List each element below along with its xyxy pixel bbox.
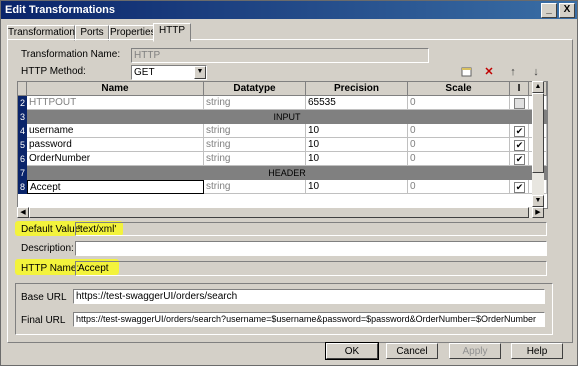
column-header-scale[interactable]: Scale [408,82,510,96]
section-row: 3 INPUT [18,110,547,124]
datatype-cell[interactable]: string [204,152,306,166]
scroll-right-icon[interactable]: ▶ [532,207,544,218]
input-checkbox[interactable]: ✔ [514,140,525,151]
column-header-precision[interactable]: Precision [306,82,408,96]
grid-vertical-scrollbar[interactable]: ▲ ▼ [532,81,544,207]
row-number: 5 [18,138,27,152]
datatype-cell[interactable]: string [204,124,306,138]
scale-cell[interactable]: 0 [408,180,510,194]
input-cell [510,96,529,110]
scroll-down-icon[interactable]: ▼ [532,195,544,207]
row-number: 8 [18,180,27,194]
chevron-down-icon[interactable]: ▼ [194,66,206,79]
port-name-cell[interactable]: password [27,138,204,152]
input-cell: ✔ [510,138,529,152]
row-number-header [18,82,27,96]
port-name-cell[interactable]: HTTPOUT [27,96,204,110]
scale-cell[interactable]: 0 [408,138,510,152]
http-method-value: GET [134,67,155,78]
input-cell: ✔ [510,152,529,166]
precision-cell[interactable]: 10 [306,124,408,138]
window-title: Edit Transformations [5,4,116,16]
http-name-field[interactable]: Accept [75,261,547,276]
move-up-icon[interactable]: ↑ [507,66,519,78]
http-method-label: HTTP Method: [21,66,86,77]
transformation-name-label: Transformation Name: [21,49,121,60]
move-down-icon[interactable]: ↓ [530,66,542,78]
table-row[interactable]: 8 Accept string 10 0 ✔ [18,180,547,194]
table-row[interactable]: 4 username string 10 0 ✔ [18,124,547,138]
precision-cell[interactable]: 10 [306,152,408,166]
precision-cell[interactable]: 10 [306,180,408,194]
scale-cell[interactable]: 0 [408,124,510,138]
table-row[interactable]: 5 password string 10 0 ✔ [18,138,547,152]
close-button[interactable]: X [559,3,575,18]
row-number: 7 [18,166,27,180]
scroll-up-icon[interactable]: ▲ [532,81,544,93]
datatype-cell[interactable]: string [204,180,306,194]
row-number: 4 [18,124,27,138]
input-cell: ✔ [510,124,529,138]
input-checkbox[interactable]: ✔ [514,182,525,193]
row-number: 3 [18,110,27,124]
tab-http[interactable]: HTTP [153,23,191,42]
row-number: 2 [18,96,27,110]
datatype-cell[interactable]: string [204,138,306,152]
table-row[interactable]: 6 OrderNumber string 10 0 ✔ [18,152,547,166]
table-row[interactable]: 2 HTTPOUT string 65535 0 ✔ [18,96,547,110]
minimize-button[interactable]: _ [541,3,557,18]
port-name-cell[interactable]: Accept [27,180,204,194]
scroll-left-icon[interactable]: ◀ [17,207,29,218]
port-name-cell[interactable]: OrderNumber [27,152,204,166]
input-checkbox[interactable] [514,98,525,109]
column-header-datatype[interactable]: Datatype [204,82,306,96]
scale-cell[interactable]: 0 [408,96,510,110]
datatype-cell[interactable]: string [204,96,306,110]
scroll-thumb[interactable] [29,207,529,218]
apply-button[interactable]: Apply [449,343,501,359]
section-label-input: INPUT [27,110,547,124]
default-value-field[interactable]: 'text/xml' [75,222,547,236]
column-header-name[interactable]: Name [27,82,204,96]
section-label-header: HEADER [27,166,547,180]
ok-button[interactable]: OK [325,342,379,360]
final-url-field[interactable]: https://test-swaggerUI/orders/search?use… [73,312,545,327]
section-row: 7 HEADER [18,166,547,180]
input-cell: ✔ [510,180,529,194]
base-url-label: Base URL [21,292,67,303]
http-method-select[interactable]: GET ▼ [131,65,207,80]
scale-cell[interactable]: 0 [408,152,510,166]
new-port-icon[interactable] [460,66,472,78]
row-number: 6 [18,152,27,166]
input-checkbox[interactable]: ✔ [514,154,525,165]
base-url-field[interactable]: https://test-swaggerUI/orders/search [73,289,545,304]
cancel-button[interactable]: Cancel [386,343,438,359]
ports-grid: Name Datatype Precision Scale I O 2 HTTP… [17,81,548,209]
http-name-label: HTTP Name: [21,263,80,274]
input-checkbox[interactable]: ✔ [514,126,525,137]
transformation-name-field[interactable]: HTTP [131,48,429,63]
description-label: Description: [21,243,74,254]
delete-icon[interactable]: ✕ [483,66,495,78]
title-bar[interactable]: Edit Transformations _ X [1,1,577,19]
grid-horizontal-scrollbar[interactable]: ◀ ▶ [17,207,544,218]
port-name-cell[interactable]: username [27,124,204,138]
precision-cell[interactable]: 10 [306,138,408,152]
final-url-label: Final URL [21,315,66,326]
scroll-thumb[interactable] [532,93,544,173]
precision-cell[interactable]: 65535 [306,96,408,110]
default-value-label: Default Value: [21,224,84,235]
edit-transformations-dialog: Edit Transformations _ X Transformation … [0,0,578,366]
column-header-input[interactable]: I [510,82,529,96]
help-button[interactable]: Help [511,343,563,359]
description-field[interactable] [75,241,547,256]
